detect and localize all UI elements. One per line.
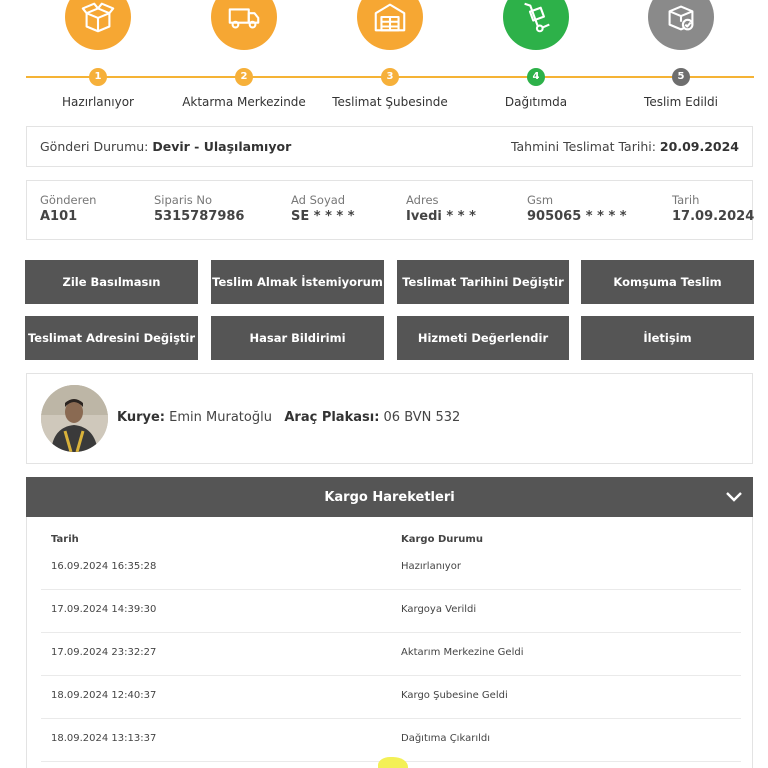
row-status: Kargoya Verildi [401, 604, 477, 615]
step-number: 4 [527, 68, 545, 86]
step-label: Dağıtımda [504, 95, 568, 109]
change-delivery-address-button[interactable]: Teslimat Adresini Değiştir [25, 316, 198, 360]
step-label: Hazırlanıyor [62, 95, 134, 109]
shipment-info-panel: Gönderen A101 Siparis No 5315787986 Ad S… [26, 180, 754, 240]
step-number: 3 [381, 68, 399, 86]
contact-button[interactable]: İletişim [581, 316, 754, 360]
column-date: Tarih [51, 534, 79, 545]
row-date: 16.09.2024 16:35:28 [51, 561, 157, 572]
date-label: Tarih [672, 193, 700, 207]
step-preparing: 1 Hazırlanıyor [23, 0, 173, 109]
row-status: Dağıtıma Çıkarıldı [401, 733, 490, 744]
shipment-movements-toggle[interactable]: Kargo Hareketleri [26, 477, 753, 517]
sender-value: A101 [40, 209, 78, 224]
shipment-status: Gönderi Durumu: Devir - Ulaşılamıyor [40, 139, 291, 154]
status-label: Gönderi Durumu: [40, 139, 149, 154]
name-value: SE * * * * [291, 209, 355, 224]
do-not-ring-button[interactable]: Zile Basılmasın [25, 260, 198, 304]
rate-service-button[interactable]: Hizmeti Değerlendir [397, 316, 569, 360]
gsm-label: Gsm [527, 193, 554, 207]
step-label: Teslimat Şubesinde [332, 95, 448, 109]
movements-title: Kargo Hareketleri [324, 489, 455, 505]
courier-panel: Kurye: Emin Muratoğlu Araç Plakası: 06 B… [26, 373, 753, 464]
shipment-movements-table: Tarih Kargo Durumu 16.09.2024 16:35:28 H… [26, 517, 753, 768]
row-date: 18.09.2024 12:40:37 [51, 690, 157, 701]
courier-avatar [41, 385, 108, 452]
sender-label: Gönderen [40, 193, 97, 207]
table-row: 16.09.2024 16:35:28 Hazırlanıyor [41, 547, 741, 590]
name-label: Ad Soyad [291, 193, 346, 207]
step-number: 5 [672, 68, 690, 86]
recipient-name-field: Ad Soyad SE * * * * [291, 193, 355, 224]
row-status: Aktarım Merkezine Geldi [401, 647, 524, 658]
date-field: Tarih 17.09.2024 [672, 193, 754, 224]
address-label: Adres [406, 193, 439, 207]
shipment-status-bar: Gönderi Durumu: Devir - Ulaşılamıyor Tah… [26, 126, 753, 167]
row-date: 18.09.2024 13:13:37 [51, 733, 157, 744]
table-row: 17.09.2024 23:32:27 Aktarım Merkezine Ge… [41, 633, 741, 676]
table-row: 18.09.2024 12:40:37 Kargo Şubesine Geldi [41, 676, 741, 719]
step-label: Teslim Edildi [644, 95, 718, 109]
gsm-field: Gsm 905065 * * * * [527, 193, 627, 224]
order-number-field: Siparis No 5315787986 [154, 193, 244, 224]
plate-label: Araç Plakası: [284, 410, 380, 425]
sender-field: Gönderen A101 [40, 193, 96, 224]
step-label: Aktarma Merkezinde [182, 95, 306, 109]
step-delivered: 5 Teslim Edildi [606, 0, 756, 109]
column-status: Kargo Durumu [401, 534, 483, 545]
courier-name: Emin Muratoğlu [169, 410, 272, 425]
table-row: 17.09.2024 14:39:30 Kargoya Verildi [41, 590, 741, 633]
damage-report-button[interactable]: Hasar Bildirimi [211, 316, 384, 360]
row-status: Hazırlanıyor [401, 561, 461, 572]
plate-value: 06 BVN 532 [383, 410, 461, 425]
step-out-for-delivery: 4 Dağıtımda [461, 0, 611, 109]
row-status: Kargo Şubesine Geldi [401, 690, 508, 701]
order-value: 5315787986 [154, 209, 245, 224]
change-delivery-date-button[interactable]: Teslimat Tarihini Değiştir [397, 260, 569, 304]
deliver-to-neighbor-button[interactable]: Komşuma Teslim [581, 260, 754, 304]
address-field: Adres Ivedi * * * [406, 193, 476, 224]
courier-details: Kurye: Emin Muratoğlu Araç Plakası: 06 B… [117, 410, 460, 425]
date-value: 17.09.2024 [672, 209, 755, 224]
hand-truck-icon [503, 0, 569, 50]
courier-label: Kurye: [117, 410, 166, 425]
eta-label: Tahmini Teslimat Tarihi: [510, 139, 656, 154]
step-number: 2 [235, 68, 253, 86]
truck-icon [211, 0, 277, 50]
step-delivery-branch: 3 Teslimat Şubesinde [315, 0, 465, 109]
estimated-delivery: Tahmini Teslimat Tarihi: 20.09.2024 [511, 139, 739, 154]
address-value: Ivedi * * * [406, 209, 476, 224]
gsm-value: 905065 * * * * [527, 209, 627, 224]
box-check-icon [648, 0, 714, 50]
chevron-down-icon [726, 492, 742, 502]
box-open-icon [65, 0, 131, 50]
step-number: 1 [89, 68, 107, 86]
table-row: 18.09.2024 13:13:37 Dağıtıma Çıkarıldı [41, 719, 741, 762]
eta-value: 20.09.2024 [659, 139, 739, 154]
step-transfer-center: 2 Aktarma Merkezinde [169, 0, 319, 109]
refuse-delivery-button[interactable]: Teslim Almak İstemiyorum [211, 260, 384, 304]
status-value: Devir - Ulaşılamıyor [152, 139, 292, 154]
shipment-progress-stepper: 1 Hazırlanıyor 2 Aktarma Merkezinde 3 Te… [0, 0, 768, 120]
row-date: 17.09.2024 23:32:27 [51, 647, 157, 658]
row-date: 17.09.2024 14:39:30 [51, 604, 157, 615]
warehouse-icon [357, 0, 423, 50]
order-label: Siparis No [154, 193, 213, 207]
